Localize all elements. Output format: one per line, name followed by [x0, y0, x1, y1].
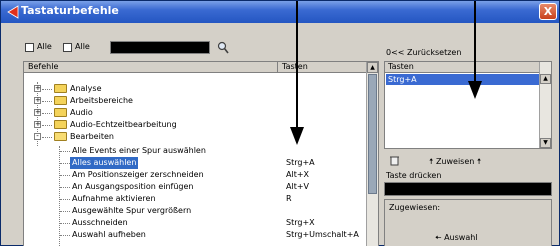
search-row: Alle Alle: [25, 41, 365, 55]
scroll-thumb[interactable]: [368, 74, 377, 194]
app-icon: [7, 5, 19, 19]
command-key: R: [286, 194, 292, 203]
expand-icon[interactable]: +: [34, 97, 41, 104]
command-tree[interactable]: Befehle Tasten ▲ + Analyse + Arbeitsbere…: [23, 61, 379, 246]
search-input[interactable]: [110, 41, 210, 54]
assigned-label: Zugewiesen:: [389, 203, 441, 212]
tree-guide-line: [60, 235, 70, 236]
close-button[interactable]: X: [539, 3, 557, 20]
assign-button[interactable]: 🠅 Zuweisen 🠅: [429, 156, 481, 170]
up-arrow-icon: 🠅: [429, 157, 434, 166]
folder-icon: [54, 108, 67, 117]
tree-category-bearbeiten[interactable]: - Bearbeiten: [24, 131, 274, 143]
expand-icon[interactable]: +: [34, 109, 41, 116]
choose-button[interactable]: 🠄 Auswahl: [435, 232, 478, 246]
column-header-keys[interactable]: Tasten: [278, 62, 368, 73]
tree-guide-line: [42, 101, 52, 102]
filter-all-checkbox[interactable]: [25, 43, 34, 52]
command-row[interactable]: Aufnahme aktivieren R: [24, 193, 354, 205]
command-key: Strg+X: [286, 218, 315, 227]
command-label: Ausgewählte Spur vergrößern: [72, 206, 192, 215]
category-label: Bearbeiten: [70, 132, 114, 141]
trash-icon[interactable]: [389, 155, 400, 166]
filter-all-label: Alle: [37, 42, 52, 51]
command-label: Alles auswählen: [70, 157, 139, 169]
command-row[interactable]: An Ausgangsposition einfügen Alt+V: [24, 181, 354, 193]
folder-icon: [54, 84, 67, 93]
keyboard-shortcuts-window: Tastaturbefehle X Alle Alle 0<< Zurückse…: [0, 0, 560, 246]
command-key: Alt+X: [286, 170, 310, 179]
command-label: Ausschneiden: [72, 218, 128, 227]
category-label: Audio-Echtzeitbearbeitung: [70, 120, 177, 129]
tree-guide-line: [60, 199, 70, 200]
category-label: Arbeitsbereiche: [70, 96, 133, 105]
choose-label: Auswahl: [444, 233, 478, 242]
tree-guide-line: [60, 151, 70, 152]
command-row[interactable]: Ausgewählte Spur vergrößern: [24, 205, 354, 217]
command-row[interactable]: Am Positionszeiger zerschneiden Alt+X: [24, 169, 354, 181]
command-key: Alt+V: [286, 182, 310, 191]
command-label: Am Positionszeiger zerschneiden: [72, 170, 204, 179]
tree-category-audio-echtzeit[interactable]: + Audio-Echtzeitbearbeitung: [24, 119, 274, 131]
command-key: Strg+A: [286, 158, 315, 167]
tree-guide-line: [42, 137, 52, 138]
command-label: Alle Events einer Spur auswählen: [72, 146, 206, 155]
tree-guide-line: [60, 211, 70, 212]
keys-list-header: Tasten: [385, 62, 540, 73]
command-row[interactable]: Ausschneiden Strg+X: [24, 217, 354, 229]
filter-all-keys-label: Alle: [75, 42, 90, 51]
folder-icon: [54, 120, 67, 129]
keys-scrollbar[interactable]: ▲ ▼: [539, 62, 551, 148]
assigned-panel: Zugewiesen: 🠄 Auswahl: [384, 199, 552, 246]
folder-open-icon: [54, 132, 67, 141]
title-bar[interactable]: Tastaturbefehle X: [1, 1, 559, 23]
category-label: Audio: [70, 108, 93, 117]
press-key-input[interactable]: [384, 182, 552, 196]
assign-label: Zuweisen: [435, 157, 475, 166]
search-icon[interactable]: [217, 41, 229, 54]
command-row[interactable]: Alle Events einer Spur auswählen: [24, 145, 354, 157]
scroll-down-arrow-icon[interactable]: ▼: [540, 138, 551, 148]
tree-guide-line: [42, 89, 52, 90]
tree-guide-line: [60, 163, 70, 164]
tree-category-audio[interactable]: + Audio: [24, 107, 274, 119]
tree-scrollbar[interactable]: ▲: [366, 62, 378, 246]
scroll-up-arrow-icon[interactable]: ▲: [540, 74, 551, 84]
scroll-up-arrow-icon[interactable]: ▲: [367, 62, 378, 73]
folder-icon: [54, 96, 67, 105]
reset-button[interactable]: 0<< Zurücksetzen: [386, 48, 461, 57]
expand-icon[interactable]: +: [34, 121, 41, 128]
column-header-commands[interactable]: Befehle: [24, 62, 278, 73]
keys-list[interactable]: Tasten Strg+A ▲ ▼: [384, 61, 552, 149]
tree-guide-line: [60, 175, 70, 176]
command-key: Strg+Umschalt+A: [286, 230, 359, 239]
up-arrow-icon: 🠅: [476, 157, 482, 166]
expand-icon[interactable]: +: [34, 85, 41, 92]
tree-guide-line: [60, 187, 70, 188]
category-label: Analyse: [70, 84, 102, 93]
command-label: An Ausgangsposition einfügen: [72, 182, 194, 191]
window-title: Tastaturbefehle: [21, 4, 119, 17]
command-label: Aufnahme aktivieren: [72, 194, 156, 203]
filter-all-keys-checkbox[interactable]: [63, 43, 72, 52]
tree-category-arbeitsbereiche[interactable]: + Arbeitsbereiche: [24, 95, 274, 107]
command-label: Auswahl aufheben: [72, 230, 146, 239]
keys-list-item[interactable]: Strg+A: [386, 74, 540, 85]
tree-guide-line: [42, 113, 52, 114]
command-row-selected[interactable]: Alles auswählen Strg+A: [24, 157, 354, 169]
tree-guide-line: [60, 223, 70, 224]
command-row[interactable]: Auswahl aufheben Strg+Umschalt+A: [24, 229, 359, 241]
press-key-label: Taste drücken: [386, 171, 442, 180]
left-arrow-icon: 🠄: [435, 233, 442, 242]
tree-guide-line: [42, 125, 52, 126]
collapse-icon[interactable]: -: [34, 133, 41, 140]
tree-category-analyse[interactable]: + Analyse: [24, 83, 274, 95]
